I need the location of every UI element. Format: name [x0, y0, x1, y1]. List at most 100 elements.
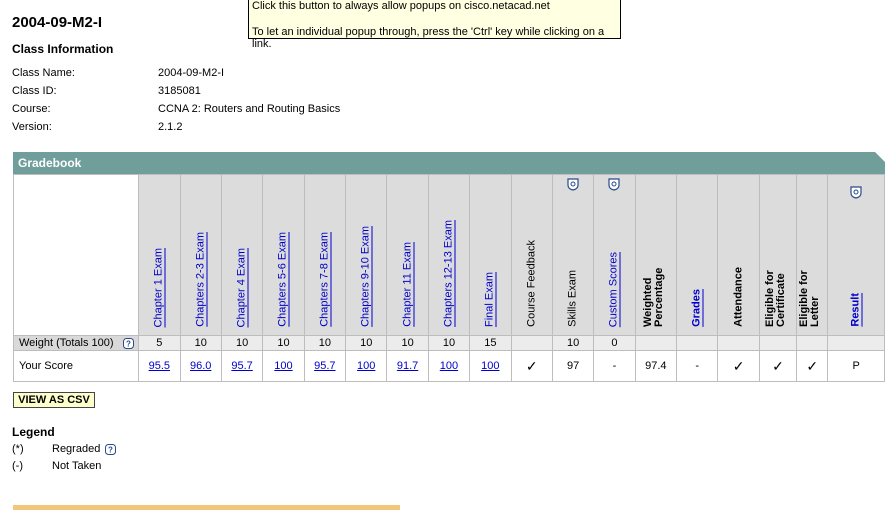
weight-label-cell: Weight (Totals 100) ? [12, 335, 140, 351]
col-header-chapters-2-3-exam: Chapters 2-3 Exam [179, 174, 222, 336]
popup-blocker-tooltip: Click this button to always allow popups… [248, 0, 621, 50]
shield-icon[interactable] [850, 186, 862, 199]
col-header-eligible-certificate: Eligible for Certificate [758, 174, 798, 336]
score-cell: 95.7 [220, 350, 264, 382]
final-exam-link[interactable]: Final Exam [484, 272, 496, 327]
score-link[interactable]: 96.0 [190, 360, 211, 372]
weighted-percentage-label: Weighted Percentage [641, 267, 665, 327]
weight-cell [510, 335, 553, 351]
score-label: Your Score [12, 350, 140, 382]
score-cell: 100 [469, 350, 512, 382]
weight-row: Weight (Totals 100) ? 5 10 10 10 10 10 1… [12, 335, 885, 351]
result-link[interactable]: Result [850, 293, 862, 327]
course-label: Course: [12, 103, 51, 115]
score-cell: 100 [345, 350, 388, 382]
grades-link[interactable]: Grades [691, 289, 703, 327]
weight-cell: 0 [593, 335, 636, 351]
version-value: 2.1.2 [158, 121, 183, 133]
weight-cell: 10 [551, 335, 595, 351]
chapters-9-10-exam-link[interactable]: Chapters 9-10 Exam [360, 226, 372, 327]
weight-cell: 10 [220, 335, 264, 351]
course-value: CCNA 2: Routers and Routing Basics [158, 103, 341, 115]
view-as-csv-button[interactable]: VIEW AS CSV [13, 392, 95, 408]
legend-symbol-regraded: (*) [12, 443, 24, 455]
weight-cell [717, 335, 760, 351]
score-row: Your Score 95.5 96.0 95.7 100 95.7 100 9… [12, 350, 885, 382]
class-id-value: 3185081 [158, 85, 201, 97]
bottom-divider [13, 505, 400, 510]
custom-scores-link[interactable]: Custom Scores [608, 252, 620, 327]
score-link[interactable]: 95.5 [149, 360, 170, 372]
class-info-title: Class Information [12, 42, 114, 56]
skills-exam-label: Skills Exam [566, 270, 579, 327]
shield-icon[interactable] [608, 178, 621, 191]
weight-cell: 5 [138, 335, 181, 351]
col-header-chapters-5-6-exam: Chapters 5-6 Exam [262, 174, 305, 336]
chapter-11-exam-link[interactable]: Chapter 11 Exam [401, 242, 413, 327]
checkmark-icon: ✓ [510, 350, 553, 382]
checkmark-icon: ✓ [758, 350, 798, 382]
score-link[interactable]: 95.7 [231, 360, 252, 372]
chapters-7-8-exam-link[interactable]: Chapters 7-8 Exam [318, 232, 330, 327]
legend-item-regraded: Regraded ? [52, 443, 117, 455]
score-cell: 100 [262, 350, 305, 382]
score-link[interactable]: 100 [481, 360, 499, 372]
weight-cell: 10 [386, 335, 429, 351]
col-header-grades: Grades [676, 174, 719, 336]
score-cell: 97.4 [634, 350, 678, 382]
col-header-attendance: Attendance [717, 174, 760, 336]
col-header-chapters-9-10-exam: Chapters 9-10 Exam [345, 174, 388, 336]
help-icon[interactable]: ? [105, 443, 117, 455]
header-blank-cell [12, 174, 140, 336]
score-link[interactable]: 100 [440, 360, 458, 372]
score-link[interactable]: 100 [274, 360, 292, 372]
checkmark-icon: ✓ [717, 350, 760, 382]
score-cell: 95.7 [303, 350, 347, 382]
help-icon[interactable]: ? [122, 337, 134, 349]
weight-cell [676, 335, 719, 351]
weight-label: Weight (Totals 100) [19, 337, 114, 349]
chapter-4-exam-link[interactable]: Chapter 4 Exam [236, 248, 248, 327]
score-cell: 96.0 [179, 350, 222, 382]
weight-cell [634, 335, 678, 351]
col-header-skills-exam: Skills Exam [551, 174, 595, 336]
class-name-value: 2004-09-M2-I [158, 67, 225, 79]
eligible-certificate-label: Eligible for Certificate [763, 270, 787, 327]
col-header-chapter-4-exam: Chapter 4 Exam [220, 174, 264, 336]
version-label: Version: [12, 121, 52, 133]
chapter-1-exam-link[interactable]: Chapter 1 Exam [153, 248, 165, 327]
legend-symbol-not-taken: (-) [12, 460, 23, 472]
col-header-chapter-1-exam: Chapter 1 Exam [138, 174, 181, 336]
popup-tip-line-2: To let an individual popup through, pres… [252, 26, 605, 50]
popup-tip-line-1: Click this button to always allow popups… [252, 0, 550, 12]
col-header-chapter-11-exam: Chapter 11 Exam [386, 174, 429, 336]
col-header-course-feedback: Course Feedback [510, 174, 553, 336]
score-link[interactable]: 91.7 [397, 360, 418, 372]
chapters-5-6-exam-link[interactable]: Chapters 5-6 Exam [277, 232, 289, 327]
gradebook-header-row: Chapter 1 Exam Chapters 2-3 Exam Chapter… [12, 174, 885, 336]
weight-cell [758, 335, 798, 351]
legend-text-regraded: Regraded [52, 443, 101, 455]
score-cell: 100 [427, 350, 471, 382]
chapters-2-3-exam-link[interactable]: Chapters 2-3 Exam [194, 232, 206, 327]
course-feedback-label: Course Feedback [525, 240, 538, 327]
gradebook-header: Gradebook [13, 152, 885, 174]
svg-text:?: ? [108, 445, 113, 454]
score-link[interactable]: 100 [357, 360, 375, 372]
score-link[interactable]: 95.7 [314, 360, 335, 372]
weight-cell: 10 [303, 335, 347, 351]
shield-icon[interactable] [567, 178, 579, 191]
class-name-label: Class Name: [12, 67, 75, 79]
weight-cell: 10 [179, 335, 222, 351]
class-id-label: Class ID: [12, 85, 57, 97]
score-cell: - [676, 350, 719, 382]
score-cell: 91.7 [386, 350, 429, 382]
col-header-custom-scores: Custom Scores [593, 174, 636, 336]
chapters-12-13-exam-link[interactable]: Chapters 12-13 Exam [442, 220, 454, 327]
score-cell: 95.5 [138, 350, 181, 382]
weight-cell [796, 335, 829, 351]
col-header-chapters-7-8-exam: Chapters 7-8 Exam [303, 174, 347, 336]
col-header-final-exam: Final Exam [469, 174, 512, 336]
weight-cell: 10 [345, 335, 388, 351]
checkmark-icon: ✓ [796, 350, 829, 382]
